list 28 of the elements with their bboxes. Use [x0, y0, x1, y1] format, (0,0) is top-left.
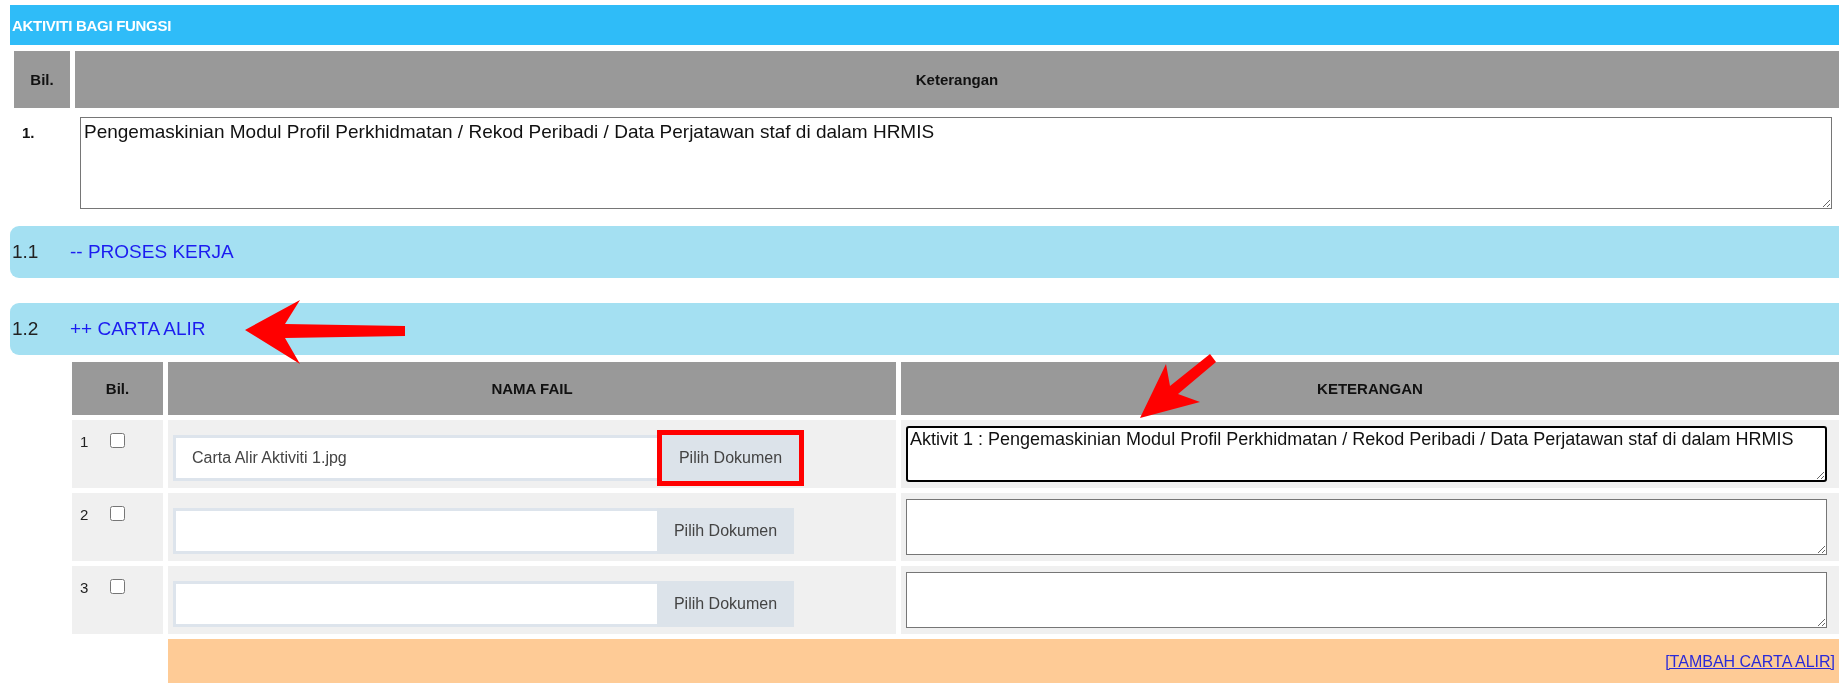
row-number: 3: [80, 579, 89, 596]
row-checkbox[interactable]: [110, 506, 126, 521]
row-number: 1.: [21, 123, 36, 143]
choose-document-button[interactable]: Pilih Dokumen: [657, 507, 794, 554]
description-field[interactable]: Pengemaskinian Modul Profil Perkhidmatan / Rekod Peribadi / Data Perjatawan staf di dalam HRMIS: [80, 117, 1832, 209]
description-field[interactable]: Aktivit 1 : Pengemaskinian Modul Profil Perkhidmatan / Rekod Peribadi / Data Perjatawan staf di dalam HRMIS: [906, 426, 1827, 482]
description-field[interactable]: [906, 499, 1827, 555]
choose-document-button[interactable]: Pilih Dokumen: [657, 429, 804, 486]
file-name-field[interactable]: [173, 580, 657, 627]
row-checkbox[interactable]: [110, 433, 126, 448]
group-number: 1.1: [11, 241, 40, 263]
section-title: AKTIVITI BAGI FUNGSI: [11, 16, 171, 34]
row-number: 1: [80, 433, 89, 450]
row-checkbox[interactable]: [110, 579, 126, 594]
group-toggle-link[interactable]: ++ CARTA ALIR: [70, 318, 206, 340]
file-name-field[interactable]: Carta Alir Aktiviti 1.jpg: [173, 434, 657, 481]
add-flowchart-link[interactable]: [TAMBAH CARTA ALIR]: [1665, 652, 1835, 671]
group-toggle-link[interactable]: -- PROSES KERJA: [70, 241, 234, 263]
column-header: NAMA FAIL: [168, 362, 896, 415]
column-header: Keterangan: [75, 51, 1839, 108]
row-number: 2: [80, 506, 89, 523]
group-number: 1.2: [11, 318, 40, 340]
column-header: KETERANGAN: [901, 362, 1839, 415]
file-name-field[interactable]: [173, 507, 657, 554]
description-field[interactable]: [906, 572, 1827, 628]
column-header: Bil.: [72, 362, 163, 415]
choose-document-button[interactable]: Pilih Dokumen: [657, 580, 794, 627]
column-header: Bil.: [14, 51, 70, 108]
